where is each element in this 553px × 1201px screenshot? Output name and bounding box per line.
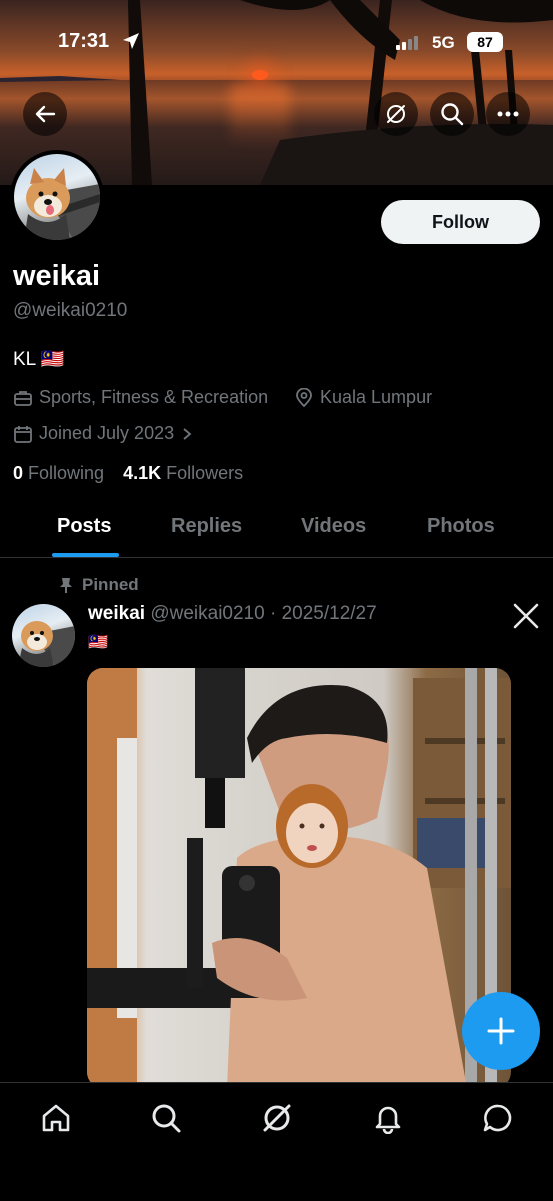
search-icon (441, 103, 464, 126)
post-text: 🇲🇾 (88, 634, 108, 651)
status-time: 17:31 (58, 30, 110, 52)
category-text: Sports, Fitness & Recreation (39, 387, 269, 407)
location-pin-icon (296, 387, 312, 407)
dog-photo (24, 168, 100, 240)
nav-search[interactable] (146, 1098, 186, 1138)
home-icon (42, 1104, 70, 1132)
pinned-text: Pinned (82, 575, 139, 594)
nav-grok[interactable] (257, 1098, 297, 1138)
nav-home[interactable] (36, 1098, 76, 1138)
pin-icon (60, 578, 72, 593)
more-button[interactable] (486, 92, 530, 136)
display-name: weikai (13, 260, 101, 292)
followers-link[interactable]: 4.1K Followers (123, 463, 243, 483)
post-author-name[interactable]: weikai (88, 603, 145, 624)
x-logo-icon[interactable] (513, 603, 539, 629)
tab-posts[interactable]: Posts (57, 515, 111, 538)
status-bar: 17:31 5G 87 (0, 0, 553, 84)
battery-indicator: 87 (467, 32, 503, 52)
briefcase-icon (14, 390, 32, 406)
post-avatar[interactable] (12, 604, 75, 667)
chat-bubble-icon (483, 1104, 512, 1132)
bell-icon (375, 1106, 401, 1134)
tab-replies[interactable]: Replies (171, 515, 242, 538)
grok-icon (387, 105, 405, 123)
grok-button[interactable] (374, 92, 418, 136)
profile-joined[interactable]: Joined July 2023 (13, 423, 194, 444)
gym-selfie-photo (87, 668, 511, 1088)
location-arrow-icon (123, 33, 139, 49)
followers-label: Followers (166, 463, 244, 483)
post-date[interactable]: · 2025/12/27 (270, 603, 377, 624)
nav-notifications[interactable] (368, 1098, 408, 1138)
following-label: Following (28, 463, 105, 483)
avatar-image (14, 154, 100, 240)
tabs-divider (0, 557, 553, 558)
profile-location: Kuala Lumpur (294, 387, 432, 408)
profile-bio: KL 🇲🇾 (13, 349, 65, 370)
following-count: 0 (13, 463, 24, 483)
chevron-right-icon (183, 427, 192, 440)
location-text: Kuala Lumpur (320, 387, 433, 407)
profile-handle: @weikai0210 (13, 300, 128, 321)
compose-button[interactable] (462, 992, 540, 1070)
calendar-icon (14, 425, 32, 443)
following-link[interactable]: 0 Following (13, 463, 104, 483)
nav-messages[interactable] (478, 1098, 518, 1138)
joined-text: Joined July 2023 (39, 423, 175, 443)
plus-icon (487, 1017, 515, 1045)
tab-photos[interactable]: Photos (427, 515, 495, 538)
profile-category: Sports, Fitness & Recreation (13, 387, 268, 408)
post-header: weikai @weikai0210 · 2025/12/27 (88, 603, 377, 625)
dog-photo-small (18, 621, 75, 667)
arrow-left-icon (35, 105, 56, 123)
follow-stats: 0 Following 4.1K Followers (13, 463, 243, 484)
grok-icon (263, 1104, 291, 1132)
search-icon (152, 1104, 181, 1133)
profile-avatar[interactable] (10, 150, 104, 244)
post-author-handle[interactable]: @weikai0210 (150, 603, 264, 624)
followers-count: 4.1K (123, 463, 162, 483)
follow-button[interactable]: Follow (381, 200, 540, 244)
tab-videos[interactable]: Videos (301, 515, 366, 538)
search-button[interactable] (430, 92, 474, 136)
post-media-image[interactable] (87, 668, 511, 1088)
signal-icon (396, 36, 418, 50)
network-type: 5G (432, 33, 455, 52)
pinned-label: Pinned (58, 575, 139, 595)
back-button[interactable] (23, 92, 67, 136)
more-icon (497, 111, 519, 117)
